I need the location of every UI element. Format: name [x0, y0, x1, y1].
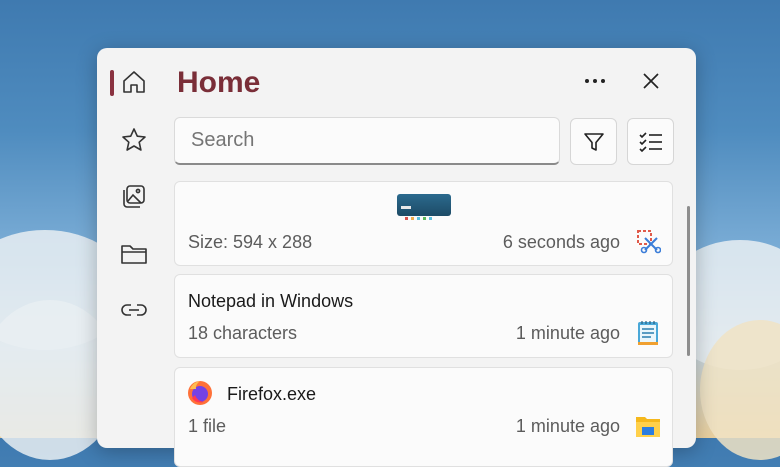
more-options-button[interactable]: [577, 63, 613, 99]
nav-item-home[interactable]: [116, 64, 152, 100]
scrollbar[interactable]: [687, 206, 690, 356]
home-icon: [123, 71, 145, 93]
clip-time: 1 minute ago: [515, 416, 620, 436]
more-icon: [585, 79, 605, 83]
nav-item-links[interactable]: [116, 292, 152, 328]
file-explorer-icon: [636, 417, 660, 437]
image-thumbnail: [397, 194, 451, 220]
star-icon: [122, 128, 146, 151]
folder-icon: [121, 245, 147, 264]
nav-item-images[interactable]: [116, 178, 152, 214]
filter-icon: [583, 132, 604, 151]
notepad-icon: [638, 321, 658, 345]
firefox-icon: [188, 381, 212, 405]
nav-active-indicator: [110, 70, 114, 96]
nav-item-favorites[interactable]: [116, 122, 152, 158]
clip-text: Notepad in Windows: [188, 291, 354, 311]
clip-file-count: 1 file: [188, 416, 227, 436]
checklist-icon: [638, 131, 662, 152]
clip-card-image[interactable]: Size: 594 x 288 6 seconds ago: [174, 181, 673, 266]
clip-file-name: Firefox.exe: [227, 384, 317, 404]
clipboard-panel: Home Search Size: 594 x 288 6 seconds ag…: [97, 48, 696, 467]
clip-time: 1 minute ago: [515, 323, 620, 343]
link-icon: [121, 304, 147, 316]
filter-button[interactable]: [570, 118, 617, 165]
nav-item-files[interactable]: [116, 236, 152, 272]
clip-character-count: 18 characters: [188, 323, 298, 343]
clip-card-text[interactable]: Notepad in Windows 18 characters 1 minut…: [174, 274, 673, 358]
page-title: Home: [177, 66, 261, 99]
clip-size: Size: 594 x 288: [188, 232, 313, 252]
snipping-tool-icon: [637, 230, 661, 254]
clip-card-file[interactable]: Firefox.exe 1 file 1 minute ago: [174, 367, 673, 467]
close-icon: [643, 73, 659, 89]
select-button[interactable]: [627, 118, 674, 165]
clip-time: 6 seconds ago: [502, 232, 620, 252]
close-button[interactable]: [633, 63, 669, 99]
images-icon: [123, 185, 145, 208]
search-input[interactable]: [174, 117, 560, 165]
